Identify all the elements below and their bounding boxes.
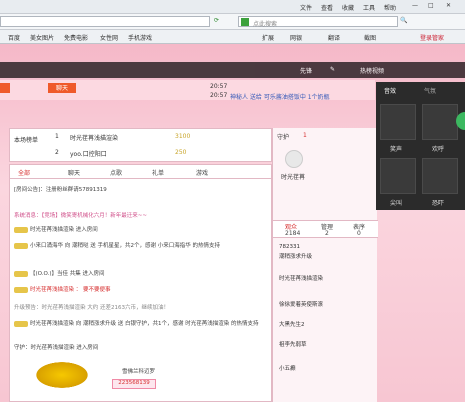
chat-msg-2-text: 时光荏苒浅描渲染 进入房间 (30, 227, 98, 233)
tab-sound-effects[interactable]: 音效 (384, 86, 396, 95)
admin-count: 2 (325, 230, 329, 237)
effect-scare-button[interactable] (422, 158, 458, 194)
chat-msg-5-text: 时光荏苒浅描渲染 ： 要不要便事 (30, 287, 111, 293)
tab-atmosphere[interactable]: 气氛 (424, 86, 436, 95)
menu-view[interactable]: 查看 (321, 3, 333, 12)
maximize-icon[interactable]: □ (428, 2, 434, 9)
audience-count: 2184 (285, 230, 301, 237)
effect-scream-label: 尖叫 (390, 200, 403, 207)
chat-msg-7-text: 时光荏苒浅描渲染 向 潮稍涨求升级 送 白银守护，共1个，感谢 时光荏苒浅描渲染… (30, 321, 259, 327)
rank-label: 本场榜单 (14, 137, 39, 144)
room-topbar: 先锋 ✎ 热榜视频 (0, 62, 465, 78)
order-count: 0 (357, 230, 361, 237)
chat-msg-1: 系统消息：【竞场】微笑寄机械化六月！新年最迁来~~ (14, 213, 147, 219)
tab-all[interactable]: 全部 (18, 168, 30, 177)
sound-effects-panel: 音效 气氛 笑声 欢呼 尖叫 恐吓 (376, 82, 465, 210)
guard-audience-panel: 守护 1 时光荏苒 观众 2184 管理 2 表序 0 (272, 128, 378, 402)
car-id: 223568139 (112, 379, 156, 389)
tab-songs[interactable]: 点歌 (110, 168, 122, 177)
chat-msg-8: 守护：时光荏苒浅描渲染 进入房间 (14, 345, 99, 351)
rank-box: 本场榜单 1 时光荏苒浅描渲染 3100 2 yoo.口控阳口 250 (9, 128, 272, 162)
effect-scare-label: 恐吓 (432, 200, 445, 207)
rank-2-score: 250 (175, 149, 187, 156)
time-1: 20:57 (210, 83, 228, 90)
car-name: 雪佛兰科迈罗 (122, 369, 156, 375)
search-field[interactable]: 点此搜索 (238, 16, 398, 28)
orange-tab[interactable] (0, 83, 10, 93)
rank-1-score: 3100 (175, 133, 191, 140)
rank-1-num: 1 (55, 133, 59, 140)
pioneer-label[interactable]: 先锋 (300, 66, 312, 75)
chat-tabs: 全部 聊天 点歌 礼单 游戏 (10, 165, 273, 179)
guard-user[interactable]: 时光荏苒 (281, 172, 305, 181)
refresh-icon[interactable]: ⟳ (214, 17, 219, 24)
effect-cheer-button[interactable] (422, 104, 458, 140)
menu-file[interactable]: 文件 (300, 3, 312, 12)
hot-video-label[interactable]: 热榜视频 (360, 66, 384, 75)
menu-tools[interactable]: 工具 (363, 3, 375, 12)
user-item-2[interactable]: 潮稍涨求升级 (279, 252, 312, 260)
menu-help[interactable]: 帮助 (384, 3, 396, 12)
edit-icon[interactable]: ✎ (330, 66, 335, 73)
chat-msg-5: 时光荏苒浅描渲染 ： 要不要便事 (14, 285, 111, 293)
chat-msg-4-text: 【(O.O.)】当佳 共集 进入房间 (30, 271, 105, 277)
effect-laugh-button[interactable] (380, 104, 416, 140)
guard-count: 1 (303, 132, 307, 139)
bookmark-movies[interactable]: 免费电影 (64, 33, 88, 42)
user-item-5[interactable]: 大黑先生2 (279, 320, 305, 328)
user-item-3[interactable]: 时光荏苒浅描渲染 (279, 274, 323, 282)
search-icon[interactable]: 🔍 (400, 17, 407, 24)
time-2: 20:57 (210, 92, 228, 99)
user-item-7[interactable]: 小五癫 (279, 364, 296, 372)
notice-bar: 聊天 20:57 20:57 神秘人 送给 可乐酱油搭饭中 1个奶瓶 (0, 80, 375, 101)
tool-extensions[interactable]: 扩展 (262, 33, 274, 42)
tool-bank[interactable]: 网银 (290, 33, 302, 42)
chat-msg-7: 时光荏苒浅描渲染 向 潮稍涨求升级 送 白银守护，共1个，感谢 时光荏苒浅描渲染… (14, 319, 259, 327)
chat-msg-6: 升级预告：时光荏苒浅描渲染 大约 还差2163六币，继续加油！ (14, 305, 169, 311)
minimize-icon[interactable]: — (412, 2, 418, 9)
room-notice: [房间公告]：注册粉丝群请57891319 (14, 187, 107, 193)
address-bar-row: ⟳ 点此搜索 🔍 (0, 14, 465, 30)
effect-laugh-label: 笑声 (390, 146, 403, 153)
guard-title: 守护 (277, 134, 290, 141)
user-item-4[interactable]: 徐徐爱着英使斯滚 (279, 300, 323, 308)
user-item-1[interactable]: 782331 (279, 244, 300, 250)
menu-favorites[interactable]: 收藏 (342, 3, 354, 12)
rank-2-num: 2 (55, 149, 59, 156)
chat-msg-2: 时光荏苒浅描渲染 进入房间 (14, 225, 98, 233)
chat-msg-3-text: 小来口涌海华 向 潮稍哒 送 手机星星，共2个，感谢 小来口海指华 的热情支持 (30, 243, 220, 249)
tool-login-manager[interactable]: 登录管家 (420, 33, 444, 42)
tool-translate[interactable]: 翻译 (328, 33, 340, 42)
tab-chat[interactable]: 聊天 (68, 168, 80, 177)
chat-msg-4: 【(O.O.)】当佳 共集 进入房间 (14, 269, 105, 277)
bookmark-pictures[interactable]: 美女图片 (30, 33, 54, 42)
notice-text: 神秘人 送给 可乐酱油搭饭中 1个奶瓶 (230, 94, 330, 101)
tab-games[interactable]: 游戏 (196, 168, 208, 177)
tool-screenshot[interactable]: 截图 (364, 33, 376, 42)
user-item-6[interactable]: 祖李先弱草 (279, 340, 307, 348)
chat-msg-3: 小来口涌海华 向 潮稍哒 送 手机星星，共2个，感谢 小来口海指华 的热情支持 (14, 241, 220, 249)
rank-2-name[interactable]: yoo.口控阳口 (70, 149, 107, 158)
address-field[interactable] (0, 16, 210, 27)
browser-menubar: 文件 查看 收藏 工具 帮助 — □ ✕ (0, 0, 465, 14)
effect-cheer-label: 欢呼 (432, 146, 445, 153)
rank-1-name[interactable]: 时光荏苒浅描渲染 (70, 133, 118, 142)
car-image (32, 360, 92, 390)
guard-avatar[interactable] (285, 150, 303, 168)
search-input[interactable]: 点此搜索 (253, 19, 277, 28)
tab-gifts[interactable]: 礼单 (152, 168, 164, 177)
search-engine-icon (241, 18, 249, 26)
chat-badge: 聊天 (48, 83, 76, 93)
audience-tabs: 观众 2184 管理 2 表序 0 (273, 220, 378, 238)
bookmarks-bar: 百度 美女图片 免费电影 女性网 手机游戏 扩展 网银 翻译 截图 登录管家 (0, 30, 465, 44)
close-icon[interactable]: ✕ (446, 2, 451, 9)
bookmark-women[interactable]: 女性网 (100, 33, 118, 42)
bookmark-games[interactable]: 手机游戏 (128, 33, 152, 42)
bookmark-baidu[interactable]: 百度 (8, 33, 20, 42)
effect-scream-button[interactable] (380, 158, 416, 194)
chat-panel: 全部 聊天 点歌 礼单 游戏 [房间公告]：注册粉丝群请57891319 系统消… (9, 164, 273, 402)
